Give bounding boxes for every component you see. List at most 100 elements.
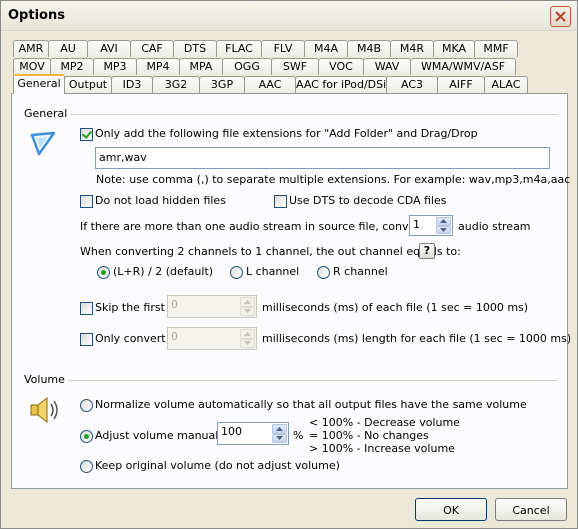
skip-first-spinner[interactable]: 0	[167, 295, 257, 318]
tab-wma-wmv-asf[interactable]: WMA/WMV/ASF	[410, 58, 516, 75]
speaker-arrow-icon	[30, 131, 56, 156]
only-convert-spinner[interactable]: 0	[167, 327, 257, 350]
spin-down-button[interactable]	[436, 225, 451, 234]
only-convert-value: 0	[171, 330, 178, 343]
skip-first-value: 0	[171, 298, 178, 311]
tab-swf[interactable]: SWF	[271, 58, 319, 75]
tab-output[interactable]: Output	[64, 76, 112, 93]
skip-first-checkbox[interactable]	[80, 302, 93, 315]
arrow-down-icon	[244, 341, 251, 346]
convert-spin-down-button[interactable]	[240, 338, 255, 348]
channel-l-radio[interactable]	[230, 266, 243, 279]
tab-aiff[interactable]: AIFF	[437, 76, 485, 93]
tab-3gp[interactable]: 3GP	[199, 76, 245, 93]
speaker-icon	[30, 396, 58, 424]
arrow-up-icon	[440, 219, 447, 224]
use-dts-checkbox[interactable]	[274, 195, 287, 208]
tab-row-1: AMR AU AVI CAF DTS FLAC FLV M4A M4B M4R MKA MMF	[13, 40, 518, 57]
channel-r-radio[interactable]	[317, 266, 330, 279]
ok-button[interactable]: OK	[415, 498, 487, 521]
tab-dts[interactable]: DTS	[173, 40, 217, 57]
tab-mpa[interactable]: MPA	[179, 58, 223, 75]
adjust-volume-radio[interactable]	[80, 430, 93, 443]
spin-up-button[interactable]	[436, 217, 451, 226]
keep-volume-radio[interactable]	[80, 460, 93, 473]
title-bar: Options	[1, 1, 577, 31]
options-window: Options AMR AU AVI CAF DTS FLAC FLV M4A M4B M4R MK…	[0, 0, 578, 529]
percent-sign: %	[293, 429, 304, 442]
help-button[interactable]: ?	[419, 243, 435, 259]
tab-alac[interactable]: ALAC	[484, 76, 528, 93]
close-button[interactable]	[550, 6, 571, 27]
extensions-input[interactable]: amr,wav	[95, 147, 550, 169]
tab-m4r[interactable]: M4R	[390, 40, 434, 57]
tab-m4a[interactable]: M4A	[304, 40, 348, 57]
general-group-line	[70, 114, 558, 115]
tab-mp3[interactable]: MP3	[93, 58, 137, 75]
volume-group-line	[68, 380, 558, 381]
tab-row-3: General Output ID3 3G2 3GP AAC AAC for iPod/DS…	[13, 74, 528, 94]
tab-voc[interactable]: VOC	[318, 58, 364, 75]
volume-group-label: Volume	[24, 373, 65, 386]
tab-general[interactable]: General	[13, 74, 65, 94]
general-group-label: General	[24, 107, 68, 120]
keep-volume-label: Keep original volume (do not adjust volu…	[95, 459, 340, 472]
channel-label: When converting 2 channels to 1 channel,…	[80, 245, 461, 258]
volume-spin-down-button[interactable]	[272, 433, 287, 443]
use-dts-label: Use DTS to decode CDA files	[289, 194, 447, 207]
channel-lr-label: (L+R) / 2 (default)	[113, 265, 214, 278]
only-add-label: Only add the following file extensions f…	[95, 127, 478, 140]
arrow-down-icon	[440, 227, 447, 232]
cancel-button[interactable]: Cancel	[495, 498, 567, 521]
multi-stream-label: If there are more than one audio stream …	[80, 220, 451, 233]
no-hidden-checkbox[interactable]	[80, 195, 93, 208]
tab-avi[interactable]: AVI	[87, 40, 131, 57]
only-convert-unit: milliseconds (ms) length for each file (…	[262, 332, 572, 345]
tab-mp4[interactable]: MP4	[136, 58, 180, 75]
tab-mmf[interactable]: MMF	[474, 40, 518, 57]
volume-value: 100	[221, 425, 242, 438]
tab-au[interactable]: AU	[48, 40, 88, 57]
general-panel: General Only add the following file exte…	[11, 93, 572, 489]
extensions-note: Note: use comma (,) to separate multiple…	[96, 173, 571, 186]
volume-spinner[interactable]: 100	[217, 422, 289, 445]
normalize-radio[interactable]	[80, 399, 93, 412]
channel-l-label: L channel	[246, 265, 300, 278]
channel-lr-radio[interactable]	[97, 266, 110, 279]
convert-spin-up-button[interactable]	[240, 329, 255, 339]
tab-m4b[interactable]: M4B	[347, 40, 391, 57]
skip-first-label: Skip the first	[95, 301, 165, 314]
only-add-checkbox[interactable]	[80, 128, 93, 141]
tab-wav[interactable]: WAV	[363, 58, 411, 75]
tab-mka[interactable]: MKA	[433, 40, 475, 57]
tab-amr[interactable]: AMR	[13, 40, 49, 57]
tab-id3[interactable]: ID3	[111, 76, 153, 93]
tab-aac[interactable]: AAC	[244, 76, 296, 93]
skip-spin-up-button[interactable]	[240, 297, 255, 307]
skip-spin-down-button[interactable]	[240, 306, 255, 316]
arrow-up-icon	[244, 331, 251, 336]
tab-row-2: MOV MP2 MP3 MP4 MPA OGG SWF VOC WAV WMA/WMV/ASF	[13, 58, 516, 75]
arrow-up-icon	[276, 426, 283, 431]
volume-spin-up-button[interactable]	[272, 424, 287, 434]
only-convert-label: Only convert	[95, 332, 166, 345]
tab-ac3[interactable]: AC3	[386, 76, 438, 93]
tab-ogg[interactable]: OGG	[222, 58, 272, 75]
only-convert-checkbox[interactable]	[80, 333, 93, 346]
volume-legend-nochange: = 100% - No changes	[309, 429, 429, 442]
tab-mov[interactable]: MOV	[13, 58, 51, 75]
tab-caf[interactable]: CAF	[130, 40, 174, 57]
tab-aac-for-ipod-dsi[interactable]: AAC for iPod/DSi	[295, 76, 387, 93]
stream-number-spinner[interactable]: 1	[409, 215, 453, 236]
no-hidden-label: Do not load hidden files	[95, 194, 226, 207]
tab-mp2[interactable]: MP2	[50, 58, 94, 75]
channel-r-label: R channel	[333, 265, 388, 278]
close-icon	[555, 11, 566, 22]
arrow-down-icon	[244, 309, 251, 314]
skip-first-unit: milliseconds (ms) of each file (1 sec = …	[262, 301, 529, 314]
tab-flv[interactable]: FLV	[261, 40, 305, 57]
tab-flac[interactable]: FLAC	[216, 40, 262, 57]
tab-3g2[interactable]: 3G2	[152, 76, 200, 93]
volume-legend-increase: > 100% - Increase volume	[309, 442, 455, 455]
audio-stream-label: audio stream	[458, 220, 531, 233]
